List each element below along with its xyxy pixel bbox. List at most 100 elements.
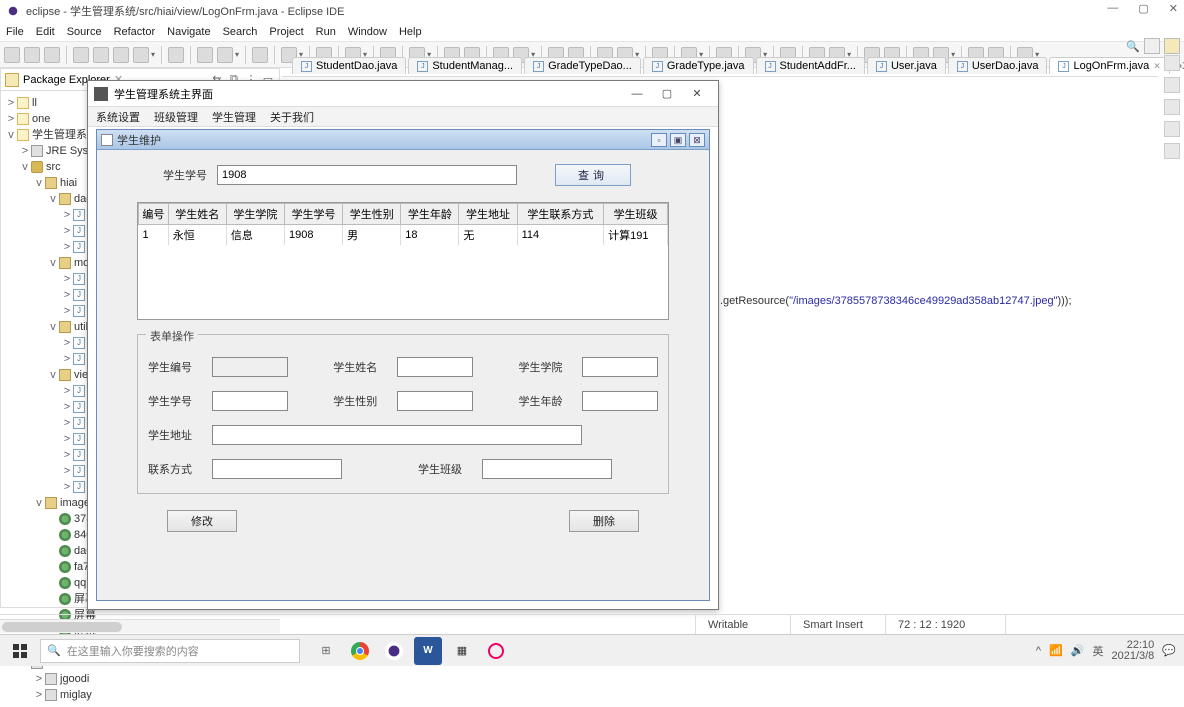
editor-tab[interactable]: JLogOnFrm.java✕ [1049, 57, 1169, 74]
toolbar-icon[interactable] [133, 47, 149, 63]
table-header[interactable]: 学生班级 [604, 204, 668, 225]
menu-window[interactable]: Window [348, 26, 387, 38]
perspective-icon[interactable] [1144, 38, 1160, 54]
tree-twisty-icon[interactable]: v [47, 255, 59, 271]
tree-twisty-icon[interactable]: > [61, 399, 73, 415]
table-header[interactable]: 学生姓名 [168, 204, 226, 225]
search-icon[interactable]: 🔍 [1126, 40, 1140, 53]
tray-notification-icon[interactable]: 💬 [1162, 644, 1176, 657]
field-college-input[interactable] [582, 357, 658, 377]
toolbar-icon[interactable] [4, 47, 20, 63]
eclipse-taskbar-icon[interactable] [380, 637, 408, 665]
close-icon[interactable]: ✕ [1153, 61, 1161, 72]
tree-twisty-icon[interactable]: v [47, 319, 59, 335]
modify-button[interactable]: 修改 [167, 510, 237, 532]
field-id-input[interactable] [212, 357, 288, 377]
field-contact-input[interactable] [212, 459, 342, 479]
menu-project[interactable]: Project [269, 26, 303, 38]
tree-twisty-icon[interactable]: > [61, 463, 73, 479]
tree-twisty-icon[interactable]: > [61, 303, 73, 319]
tree-twisty-icon[interactable]: v [47, 191, 59, 207]
search-button[interactable]: 查询 [555, 164, 631, 186]
internal-iconify-button[interactable]: ▫ [651, 133, 667, 147]
menu-refactor[interactable]: Refactor [114, 26, 156, 38]
menu-run[interactable]: Run [316, 26, 336, 38]
window-close-button[interactable]: ✕ [1169, 2, 1178, 15]
editor-tab[interactable]: JStudentDao.java [292, 57, 406, 74]
word-icon[interactable]: W [414, 637, 442, 665]
dialog-menu-item[interactable]: 班级管理 [154, 109, 198, 125]
tree-twisty-icon[interactable]: > [61, 415, 73, 431]
toolbar-icon[interactable] [252, 47, 268, 63]
tree-twisty-icon[interactable]: v [5, 127, 17, 143]
task-view-icon[interactable]: ⊞ [312, 637, 340, 665]
tree-node[interactable]: >jgoodi [1, 671, 279, 687]
menu-navigate[interactable]: Navigate [167, 26, 210, 38]
tree-twisty-icon[interactable]: > [33, 671, 45, 687]
delete-button[interactable]: 删除 [569, 510, 639, 532]
dialog-menu-item[interactable]: 关于我们 [270, 109, 314, 125]
dialog-maximize-button[interactable]: ▢ [652, 87, 682, 100]
tree-twisty-icon[interactable]: > [61, 207, 73, 223]
table-header[interactable]: 编号 [139, 204, 169, 225]
editor-tab[interactable]: JGradeTypeDao... [524, 57, 641, 74]
tree-twisty-icon[interactable]: > [61, 287, 73, 303]
table-header[interactable]: 学生地址 [459, 204, 517, 225]
dialog-menu-item[interactable]: 学生管理 [212, 109, 256, 125]
tree-twisty-icon[interactable]: v [33, 495, 45, 511]
menu-search[interactable]: Search [223, 26, 258, 38]
tray-volume-icon[interactable]: 🔊 [1071, 644, 1085, 657]
toolbar-icon[interactable] [73, 47, 89, 63]
tree-twisty-icon[interactable]: > [33, 687, 45, 703]
window-minimize-button[interactable]: — [1107, 2, 1118, 15]
dialog-minimize-button[interactable]: — [622, 88, 652, 100]
table-header[interactable]: 学生性别 [343, 204, 401, 225]
tree-twisty-icon[interactable]: > [5, 111, 17, 127]
menu-source[interactable]: Source [67, 26, 102, 38]
tree-twisty-icon[interactable]: v [33, 175, 45, 191]
internal-close-button[interactable]: ⊠ [689, 133, 705, 147]
field-sex-input[interactable] [397, 391, 473, 411]
field-name-input[interactable] [397, 357, 473, 377]
editor-tab[interactable]: JUser.java [867, 57, 946, 74]
table-header[interactable]: 学生年龄 [401, 204, 459, 225]
toolbar-icon[interactable] [44, 47, 60, 63]
editor-tab[interactable]: JStudentManag... [408, 57, 522, 74]
window-maximize-button[interactable]: ▢ [1138, 2, 1148, 15]
field-sid-input[interactable] [212, 391, 288, 411]
chevron-down-icon[interactable]: ▾ [151, 50, 155, 59]
table-header[interactable]: 学生学号 [285, 204, 343, 225]
tray-ime[interactable]: 英 [1092, 643, 1103, 659]
tree-twisty-icon[interactable]: > [61, 223, 73, 239]
tree-twisty-icon[interactable]: v [19, 159, 31, 175]
table-row[interactable]: 1永恒信息1908男18无114计算191 [139, 225, 668, 246]
tree-twisty-icon[interactable]: > [61, 351, 73, 367]
menu-edit[interactable]: Edit [36, 26, 55, 38]
start-button[interactable] [0, 635, 40, 666]
internal-maximize-button[interactable]: ▣ [670, 133, 686, 147]
rail-icon[interactable] [1164, 55, 1180, 71]
internal-frame-titlebar[interactable]: 学生维护 ▫ ▣ ⊠ [97, 130, 709, 150]
editor-tab[interactable]: JStudentAddFr... [756, 57, 865, 74]
taskbar-search[interactable]: 🔍 在这里输入你要搜索的内容 [40, 639, 300, 663]
field-class-input[interactable] [482, 459, 612, 479]
search-input[interactable] [217, 165, 517, 185]
result-table[interactable]: 编号学生姓名学生学院学生学号学生性别学生年龄学生地址学生联系方式学生班级 1永恒… [137, 202, 669, 320]
field-addr-input[interactable] [212, 425, 582, 445]
table-header[interactable]: 学生学院 [226, 204, 284, 225]
table-header[interactable]: 学生联系方式 [517, 204, 604, 225]
dialog-close-button[interactable]: ✕ [682, 87, 712, 100]
dialog-titlebar[interactable]: 学生管理系统主界面 — ▢ ✕ [88, 81, 718, 107]
tree-twisty-icon[interactable]: > [61, 447, 73, 463]
rail-icon[interactable] [1164, 77, 1180, 93]
tree-node[interactable]: >miglay [1, 687, 279, 703]
rail-icon[interactable] [1164, 121, 1180, 137]
tree-twisty-icon[interactable]: v [47, 367, 59, 383]
tree-twisty-icon[interactable]: > [5, 95, 17, 111]
toolbar-icon[interactable] [93, 47, 109, 63]
tree-twisty-icon[interactable]: > [61, 383, 73, 399]
system-tray[interactable]: ^ 📶 🔊 英 22:10 2021/3/8 💬 [1036, 640, 1184, 662]
toolbar-icon[interactable] [197, 47, 213, 63]
chrome-icon[interactable] [346, 637, 374, 665]
tree-twisty-icon[interactable]: > [61, 335, 73, 351]
